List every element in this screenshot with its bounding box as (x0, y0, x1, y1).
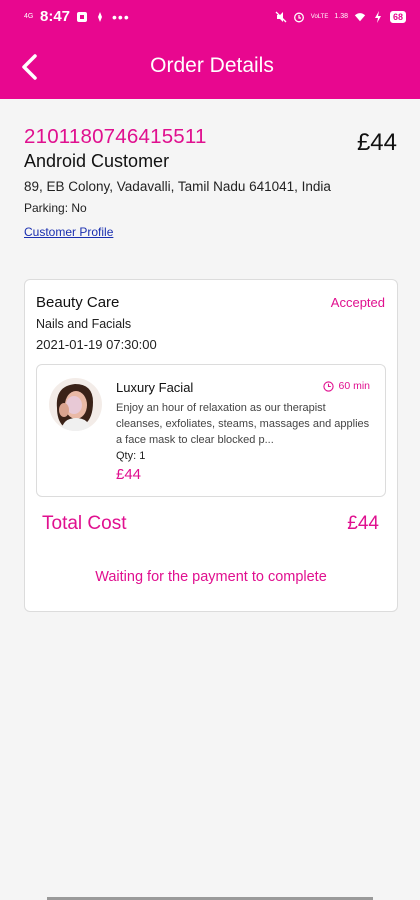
volte-tag: VoLTE (310, 13, 329, 20)
page-title: Order Details (150, 54, 274, 77)
charging-icon (372, 10, 384, 23)
speed-tag: 1.38 (334, 13, 348, 20)
booking-datetime: 2021-01-19 07:30:00 (36, 337, 157, 352)
service-quantity: Qty: 1 (116, 450, 146, 462)
booking-category: Beauty Care (36, 294, 120, 311)
network-tag: 4G (24, 13, 34, 20)
booking-card: Beauty Care Accepted Nails and Facials 2… (24, 279, 398, 612)
more-notifications-icon: ••• (112, 8, 130, 25)
status-bar: 4G 8:47 ••• VoLTE 1.38 68 (0, 0, 420, 33)
order-summary: 2101180746415511 £44 Android Customer 89… (0, 99, 420, 269)
parking-info: Parking: No (24, 201, 87, 215)
service-duration-text: 60 min (338, 380, 370, 392)
pinwheel-icon (94, 11, 106, 23)
status-badge: Accepted (330, 295, 385, 310)
battery-icon: 68 (389, 10, 406, 23)
service-description: Enjoy an hour of relaxation as our thera… (116, 402, 370, 446)
clock-icon (323, 380, 335, 392)
back-button[interactable] (14, 51, 46, 83)
order-total: £44 (356, 129, 397, 156)
customer-name: Android Customer (24, 151, 170, 171)
customer-profile-link[interactable]: Customer Profile (24, 225, 113, 239)
status-time: 8:47 (40, 8, 71, 25)
booking-subcategory: Nails and Facials (36, 317, 132, 331)
app-notification-icon (76, 11, 88, 23)
mute-icon (275, 11, 287, 23)
service-name: Luxury Facial (116, 380, 194, 395)
order-id: 2101180746415511 (24, 125, 207, 148)
service-image (49, 378, 102, 431)
payment-status-text: Waiting for the payment to complete (95, 569, 327, 585)
total-cost-label: Total Cost (42, 513, 127, 534)
app-bar: Order Details (0, 33, 420, 99)
service-duration: 60 min (323, 380, 370, 392)
customer-address: 89, EB Colony, Vadavalli, Tamil Nadu 641… (24, 179, 331, 194)
chevron-left-icon (22, 54, 37, 80)
service-item[interactable]: Luxury Facial 60 min Enjoy an hour of re… (36, 364, 386, 497)
service-price: £44 (116, 466, 142, 483)
total-cost-value: £44 (347, 513, 379, 534)
wifi-icon (354, 11, 366, 23)
alarm-icon (293, 11, 305, 23)
